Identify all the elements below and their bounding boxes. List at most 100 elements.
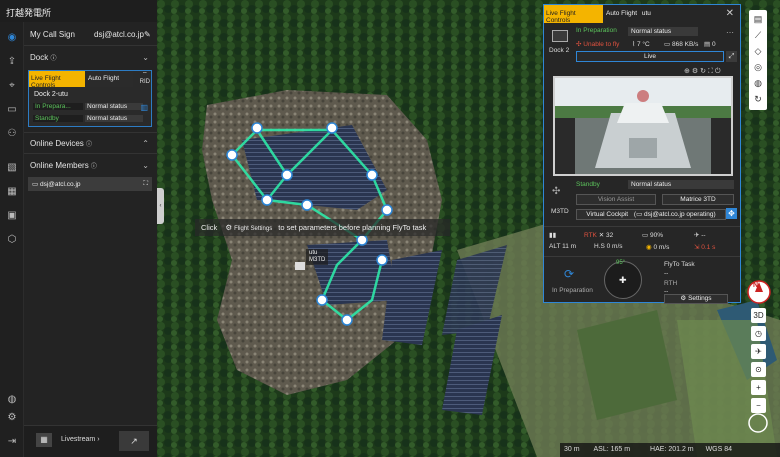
settings-gear-icon[interactable]: ⚙ bbox=[692, 68, 700, 75]
logout-icon[interactable]: ⇥ bbox=[5, 434, 19, 448]
plane-icon[interactable]: ✈ bbox=[751, 344, 766, 359]
tab-auto-flight[interactable]: Auto Flight bbox=[85, 71, 133, 87]
expand-icon[interactable]: ⤢ bbox=[726, 51, 737, 62]
camera-model-selector[interactable]: Matrice 3TD bbox=[662, 194, 734, 205]
dock-status-key: In Prepara... bbox=[33, 103, 83, 110]
drone-standby-key: Standby bbox=[576, 181, 600, 188]
power-icon[interactable]: ⏻ bbox=[715, 68, 723, 75]
globe-icon[interactable]: ◍ bbox=[752, 77, 764, 89]
history-icon[interactable]: ↻ bbox=[752, 93, 764, 105]
plan-icon[interactable]: ▧ bbox=[5, 160, 19, 174]
livestream-link[interactable]: Livestream › bbox=[61, 436, 100, 443]
battery-time-readout: ✈ -- bbox=[694, 231, 706, 239]
flight-settings-link[interactable]: ⚙ Flight Settings bbox=[225, 223, 274, 232]
collapse-panel-button[interactable]: ‹ bbox=[157, 188, 164, 224]
online-devices-label: Online Devices bbox=[30, 139, 84, 148]
temperature-readout: ⌇ 7 °C bbox=[632, 40, 650, 48]
info-icon: ⓘ bbox=[86, 142, 93, 148]
operator-icon: ▭ bbox=[636, 211, 643, 218]
locate-icon[interactable]: ⊙ bbox=[751, 362, 766, 377]
battery-icon: ▭ bbox=[642, 232, 649, 239]
dock-section-header[interactable]: Dock ⓘ ⌄ bbox=[24, 53, 157, 62]
camera-controls: ⊕⚙↻⛶⏻ bbox=[684, 67, 722, 76]
tab-live-flight-controls[interactable]: Live Flight Controls bbox=[29, 71, 85, 89]
satellite-icon: ✕ bbox=[598, 232, 605, 239]
tab-auto-flight-right[interactable]: Auto Flight utu bbox=[603, 5, 663, 23]
fullscreen-icon[interactable]: ⛶ bbox=[143, 180, 148, 188]
settings-button[interactable]: ⚙ Settings bbox=[664, 294, 728, 304]
wind-value: 0.1 s bbox=[701, 244, 716, 251]
rtk-label: RTK bbox=[584, 232, 597, 239]
dock-camera-feed[interactable] bbox=[553, 76, 733, 176]
vision-assist-button[interactable]: Vision Assist bbox=[576, 194, 656, 205]
drone-status-key: Standby bbox=[33, 115, 83, 122]
livestream-label: Livestream bbox=[61, 436, 96, 443]
virtual-cockpit-label: Virtual Cockpit bbox=[586, 211, 629, 218]
dock-more-icon[interactable]: ⋯ bbox=[726, 28, 734, 37]
crosshair-button[interactable]: ✥ bbox=[726, 208, 737, 219]
gear-icon: ⚙ bbox=[680, 295, 687, 302]
flight-settings-hint: Click ⚙ Flight Settings to set parameter… bbox=[195, 219, 450, 236]
media-icon[interactable]: ▣ bbox=[5, 208, 19, 222]
online-devices-header[interactable]: Online Devices ⓘ ⌃ bbox=[24, 139, 157, 148]
share-icon[interactable]: ↗ bbox=[119, 431, 149, 451]
network-value: 868 KB/s bbox=[671, 41, 699, 48]
model-icon[interactable]: ⬡ bbox=[5, 232, 19, 246]
dock-card[interactable]: Live Flight Controls Auto Flight ⌔ RID D… bbox=[28, 70, 152, 127]
virtual-cockpit-button[interactable]: Virtual Cockpit (▭ dsj@atcl.co.jp operat… bbox=[576, 209, 726, 220]
tab-live-flight-controls-right[interactable]: Live Flight Controls bbox=[544, 5, 603, 24]
in-preparation-label: In Preparation bbox=[552, 287, 593, 294]
flyto-task-label: FlyTo Task bbox=[664, 261, 695, 268]
calendar-icon[interactable]: ▦ bbox=[5, 184, 19, 198]
wind-readout: ⇲ 0.1 s bbox=[694, 243, 715, 251]
live-button[interactable]: Live bbox=[576, 51, 724, 62]
chevron-down-icon: ⌄ bbox=[142, 53, 149, 62]
storage-readout: ▤ 0 bbox=[704, 40, 716, 48]
clock-icon[interactable]: ◷ bbox=[751, 326, 766, 341]
upload-icon[interactable]: ⇪ bbox=[5, 54, 19, 68]
rtk-readout: RTK ✕ 32 bbox=[584, 231, 613, 239]
layers-icon[interactable]: ▤ bbox=[752, 13, 764, 25]
drone-small-icon: ✈ bbox=[694, 232, 700, 239]
settings-icon[interactable]: ⚙ bbox=[5, 410, 19, 424]
dock-detail-icon[interactable]: ▥ bbox=[140, 103, 148, 112]
chevron-right-icon: › bbox=[97, 436, 100, 443]
drone-model-label: M3TD bbox=[551, 208, 569, 215]
pin-icon[interactable]: ⌖ bbox=[5, 78, 19, 92]
users-icon[interactable]: ⚇ bbox=[5, 126, 19, 140]
asl-readout: ASL: 165 m bbox=[593, 446, 631, 453]
compass-label[interactable]: N bbox=[753, 282, 758, 289]
language-icon[interactable]: ◍ bbox=[5, 392, 19, 406]
member-item[interactable]: ▭ dsj@atcl.co.jp ⛶ bbox=[28, 177, 152, 191]
refresh-icon[interactable]: ↻ bbox=[700, 68, 708, 75]
call-sign-label: My Call Sign bbox=[30, 30, 75, 39]
close-icon[interactable]: ✕ bbox=[726, 8, 734, 19]
zoom-out-button[interactable]: − bbox=[751, 398, 766, 413]
hae-readout: HAE: 201.2 m bbox=[650, 446, 694, 453]
left-panel: 打越発電所 My Call Sign dsj@atcl.co.jp ✎ Dock… bbox=[0, 0, 157, 457]
livestream-bar: ▦ Livestream › ↗ bbox=[24, 425, 157, 457]
wind-icon: ⇲ bbox=[694, 244, 700, 251]
map-toolbar: ▤ ⟋ ◇ ◎ ◍ ↻ bbox=[749, 10, 767, 110]
dock-label: Dock bbox=[30, 53, 49, 62]
devices-icon[interactable]: ◉ bbox=[5, 30, 19, 44]
folder-icon[interactable]: ▭ bbox=[5, 102, 19, 116]
fullscreen-camera-icon[interactable]: ⛶ bbox=[708, 68, 715, 75]
polygon-icon[interactable]: ◇ bbox=[752, 45, 764, 57]
ruler-icon[interactable]: ⟋ bbox=[752, 29, 764, 41]
livestream-icon[interactable]: ▦ bbox=[36, 433, 52, 447]
online-members-header[interactable]: Online Members ⓘ ⌄ bbox=[24, 161, 157, 170]
dock-prep-key: In Preparation bbox=[576, 27, 617, 34]
drone-icon: ✣ bbox=[576, 41, 582, 48]
map-status-bar: 30 m ASL: 165 m HAE: 201.2 m WGS 84 bbox=[560, 443, 780, 457]
unable-to-fly-text: Unable to fly bbox=[583, 41, 620, 48]
target-icon[interactable]: ◎ bbox=[752, 61, 764, 73]
zoom-icon[interactable]: ⊕ bbox=[684, 68, 692, 75]
dock-prep-value: Normal status bbox=[628, 27, 698, 36]
drone-map-label[interactable]: utu M3TD bbox=[306, 249, 329, 265]
edit-icon[interactable]: ✎ bbox=[144, 30, 151, 39]
call-sign-row: My Call Sign dsj@atcl.co.jp ✎ bbox=[24, 30, 157, 39]
zoom-in-button[interactable]: + bbox=[751, 380, 766, 395]
datum-readout: WGS 84 bbox=[705, 446, 733, 453]
view-3d-button[interactable]: 3D bbox=[751, 308, 766, 323]
